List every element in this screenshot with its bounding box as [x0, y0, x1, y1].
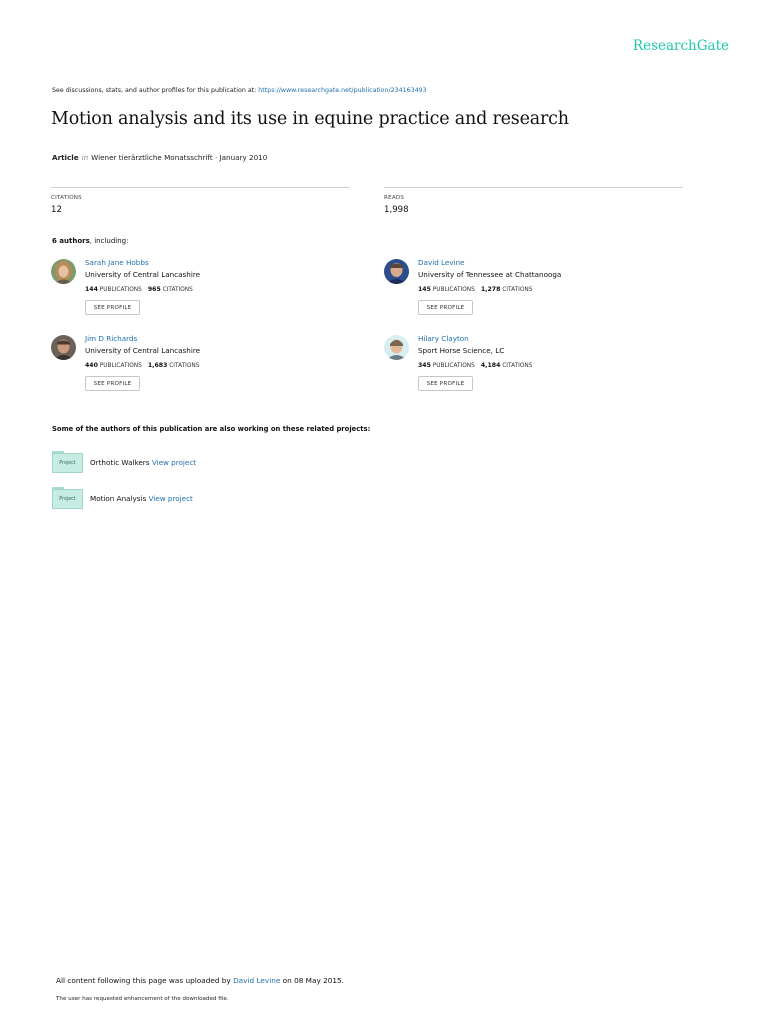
- author-stats: 144 PUBLICATIONS 965 CITATIONS: [85, 286, 193, 293]
- publication-type: Article: [52, 153, 79, 162]
- publications-count: 145: [418, 286, 431, 293]
- project-text: Motion Analysis View project: [90, 494, 193, 503]
- view-project-link[interactable]: View project: [149, 494, 193, 503]
- publications-label: PUBLICATIONS: [432, 363, 475, 369]
- publications-label: PUBLICATIONS: [432, 287, 475, 293]
- avatar[interactable]: [384, 259, 409, 284]
- authors-heading: 6 authors, including:: [52, 237, 128, 245]
- project-folder-icon[interactable]: Project: [52, 487, 83, 509]
- related-projects-heading: Some of the authors of this publication …: [52, 425, 371, 433]
- author-citations-label: CITATIONS: [162, 287, 193, 293]
- author-stats: 345 PUBLICATIONS 4,184 CITATIONS: [418, 362, 532, 369]
- project-folder-icon[interactable]: Project: [52, 451, 83, 473]
- view-project-link[interactable]: View project: [152, 458, 196, 467]
- author-institution: Sport Horse Science, LC: [418, 346, 505, 355]
- author-citations-count: 1,683: [147, 362, 168, 369]
- author-stats: 440 PUBLICATIONS 1,683 CITATIONS: [85, 362, 199, 369]
- publication-meta: Article in Wiener tierärztliche Monatsschr…: [52, 153, 267, 162]
- project-icon-label: Project: [52, 453, 83, 473]
- author-card-sarah-jane-hobbs: Sarah Jane Hobbs University of Central L…: [51, 258, 351, 321]
- journal-info: Wiener tierärztliche Monatsschrift · Jan…: [91, 153, 268, 162]
- avatar[interactable]: [51, 335, 76, 360]
- citations-count: 12: [51, 205, 62, 215]
- upload-notice: All content following this page was uplo…: [56, 976, 344, 985]
- uploader-link[interactable]: David Levine: [233, 976, 280, 985]
- upload-suffix: on 08 May 2015.: [282, 976, 344, 985]
- author-card-jim-d-richards: Jim D Richards University of Central Lan…: [51, 334, 351, 397]
- enhancement-request-note: The user has requested enhancement of th…: [56, 996, 229, 1002]
- author-citations-label: CITATIONS: [502, 363, 533, 369]
- author-citations-count: 965: [147, 286, 161, 293]
- publications-label: PUBLICATIONS: [99, 363, 142, 369]
- in-label: in: [81, 153, 89, 162]
- author-name[interactable]: Jim D Richards: [85, 334, 137, 343]
- publications-count: 144: [85, 286, 98, 293]
- see-profile-button[interactable]: SEE PROFILE: [85, 300, 140, 315]
- author-name[interactable]: Hilary Clayton: [418, 334, 469, 343]
- author-name[interactable]: Sarah Jane Hobbs: [85, 258, 149, 267]
- publications-count: 440: [85, 362, 98, 369]
- see-profile-button[interactable]: SEE PROFILE: [85, 376, 140, 391]
- publication-title: Motion analysis and its use in equine pr…: [51, 109, 569, 129]
- author-institution: University of Central Lancashire: [85, 270, 201, 279]
- publications-count: 345: [418, 362, 431, 369]
- see-profile-button[interactable]: SEE PROFILE: [418, 300, 473, 315]
- reads-label: READS: [384, 195, 405, 201]
- discussion-prefix: See discussions, stats, and author profi…: [52, 87, 257, 94]
- reads-count: 1,998: [384, 205, 409, 215]
- reads-stat: READS 1,998: [384, 187, 683, 215]
- discussion-line: See discussions, stats, and author profi…: [52, 87, 427, 94]
- author-stats: 145 PUBLICATIONS 1,278 CITATIONS: [418, 286, 532, 293]
- author-citations-count: 1,278: [480, 286, 501, 293]
- project-name: Orthotic Walkers: [90, 458, 150, 467]
- project-text: Orthotic Walkers View project: [90, 458, 196, 467]
- see-profile-button[interactable]: SEE PROFILE: [418, 376, 473, 391]
- researchgate-logo[interactable]: ResearchGate: [633, 38, 729, 54]
- author-citations-label: CITATIONS: [502, 287, 533, 293]
- author-institution: University of Tennessee at Chattanooga: [418, 270, 562, 279]
- author-institution: University of Central Lancashire: [85, 346, 201, 355]
- project-name: Motion Analysis: [90, 494, 147, 503]
- author-citations-label: CITATIONS: [169, 363, 200, 369]
- project-icon-label: Project: [52, 489, 83, 509]
- upload-prefix: All content following this page was uplo…: [56, 976, 231, 985]
- author-card-david-levine: David Levine University of Tennessee at …: [384, 258, 684, 321]
- avatar[interactable]: [51, 259, 76, 284]
- citations-stat: CITATIONS 12: [51, 187, 350, 215]
- avatar[interactable]: [384, 335, 409, 360]
- author-name[interactable]: David Levine: [418, 258, 465, 267]
- publications-label: PUBLICATIONS: [99, 287, 142, 293]
- authors-suffix: , including:: [89, 237, 129, 245]
- publication-url-link[interactable]: https://www.researchgate.net/publication…: [258, 87, 426, 94]
- author-card-hilary-clayton: Hilary Clayton Sport Horse Science, LC 3…: [384, 334, 684, 397]
- author-citations-count: 4,184: [480, 362, 501, 369]
- citations-label: CITATIONS: [51, 195, 82, 201]
- authors-count: 6 authors: [52, 237, 90, 245]
